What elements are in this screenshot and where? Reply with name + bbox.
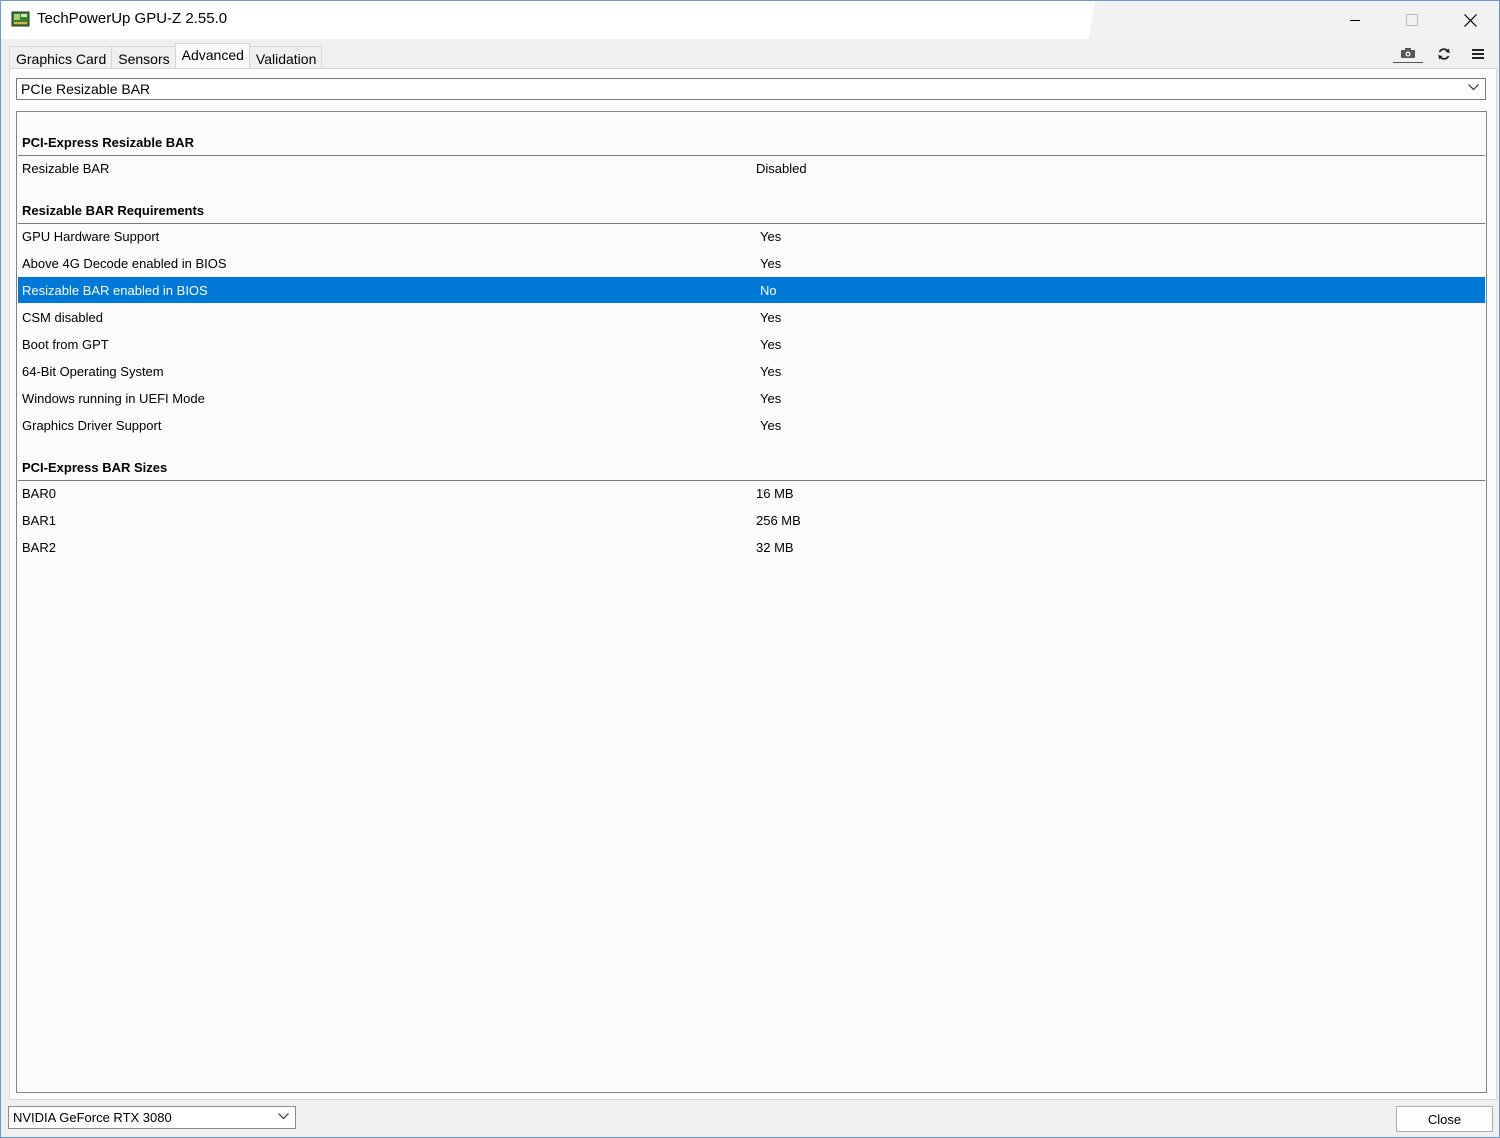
list-row[interactable]: CSM disabled Yes xyxy=(18,305,1485,331)
chevron-down-icon xyxy=(1468,84,1479,91)
row-label: BAR1 xyxy=(22,513,56,528)
row-label: Boot from GPT xyxy=(22,337,109,352)
row-value: Yes xyxy=(760,256,782,271)
section-dropdown-value: PCIe Resizable BAR xyxy=(21,81,151,97)
minimize-button[interactable] xyxy=(1326,1,1384,39)
list-row[interactable]: Resizable BAR Disabled xyxy=(18,156,1485,182)
row-label: GPU Hardware Support xyxy=(22,229,160,244)
close-window-button[interactable] xyxy=(1441,1,1499,39)
gpu-selector-value: NVIDIA GeForce RTX 3080 xyxy=(13,1110,172,1125)
section-dropdown[interactable]: PCIe Resizable BAR xyxy=(16,78,1486,100)
section-title: Resizable BAR Requirements xyxy=(22,203,205,218)
section-header-requirements: Resizable BAR Requirements xyxy=(18,198,1485,224)
section-header-rebar: PCI-Express Resizable BAR xyxy=(18,130,1485,156)
tab-advanced[interactable]: Advanced xyxy=(174,43,250,71)
minimize-icon xyxy=(1350,20,1360,21)
window-title: TechPowerUp GPU-Z 2.55.0 xyxy=(37,10,228,27)
row-label: BAR2 xyxy=(22,540,56,555)
row-value: 32 MB xyxy=(756,540,794,555)
gpuz-app-icon xyxy=(11,11,30,27)
gpuz-window: TechPowerUp GPU-Z 2.55.0 Graphics Card S… xyxy=(0,0,1500,1138)
list-row[interactable]: BAR2 32 MB xyxy=(18,535,1485,561)
menu-button[interactable] xyxy=(1463,45,1493,63)
row-label: Resizable BAR enabled in BIOS xyxy=(22,283,208,298)
section-title: PCI-Express Resizable BAR xyxy=(22,135,194,150)
refresh-button[interactable] xyxy=(1429,45,1459,63)
list-row[interactable]: Above 4G Decode enabled in BIOS Yes xyxy=(18,251,1485,277)
row-value: 16 MB xyxy=(756,486,794,501)
row-value: Yes xyxy=(760,229,782,244)
list-row[interactable]: Boot from GPT Yes xyxy=(18,332,1485,358)
advanced-tab-page: PCIe Resizable BAR PCI-Express Resizable… xyxy=(9,68,1497,1100)
row-label: Windows running in UEFI Mode xyxy=(22,391,205,406)
camera-icon xyxy=(1401,47,1415,58)
close-button[interactable]: Close xyxy=(1396,1106,1493,1132)
row-label: Resizable BAR xyxy=(22,161,110,176)
section-title: PCI-Express BAR Sizes xyxy=(22,460,168,475)
row-label: 64-Bit Operating System xyxy=(22,364,164,379)
row-value: Yes xyxy=(760,310,782,325)
row-value: No xyxy=(760,283,777,298)
row-value: Yes xyxy=(760,337,782,352)
tab-strip: Graphics Card Sensors Advanced Validatio… xyxy=(9,43,323,71)
list-row[interactable]: Windows running in UEFI Mode Yes xyxy=(18,386,1485,412)
list-row-selected[interactable]: Resizable BAR enabled in BIOS No xyxy=(18,277,1485,303)
screenshot-button[interactable] xyxy=(1393,43,1423,63)
row-label: Above 4G Decode enabled in BIOS xyxy=(22,256,227,271)
gpu-selector[interactable]: NVIDIA GeForce RTX 3080 xyxy=(8,1106,296,1129)
row-label: CSM disabled xyxy=(22,310,103,325)
section-header-bar-sizes: PCI-Express BAR Sizes xyxy=(18,455,1485,481)
maximize-icon xyxy=(1406,14,1418,26)
chevron-down-icon xyxy=(278,1113,289,1120)
title-bar[interactable]: TechPowerUp GPU-Z 2.55.0 xyxy=(1,1,1499,39)
refresh-icon xyxy=(1438,48,1450,60)
row-value: Disabled xyxy=(756,161,807,176)
list-row[interactable]: BAR1 256 MB xyxy=(18,508,1485,534)
row-label: BAR0 xyxy=(22,486,56,501)
list-row[interactable]: 64-Bit Operating System Yes xyxy=(18,359,1485,385)
row-value: Yes xyxy=(760,364,782,379)
row-value: 256 MB xyxy=(756,513,801,528)
row-label: Graphics Driver Support xyxy=(22,418,162,433)
list-row[interactable]: BAR0 16 MB xyxy=(18,481,1485,507)
menu-icon xyxy=(1472,49,1484,59)
details-list[interactable]: PCI-Express Resizable BAR Resizable BAR … xyxy=(16,111,1487,1093)
list-row[interactable]: Graphics Driver Support Yes xyxy=(18,413,1485,439)
close-icon xyxy=(1463,13,1477,27)
row-value: Yes xyxy=(760,391,782,406)
maximize-button[interactable] xyxy=(1383,1,1441,39)
row-value: Yes xyxy=(760,418,782,433)
list-row[interactable]: GPU Hardware Support Yes xyxy=(18,224,1485,250)
